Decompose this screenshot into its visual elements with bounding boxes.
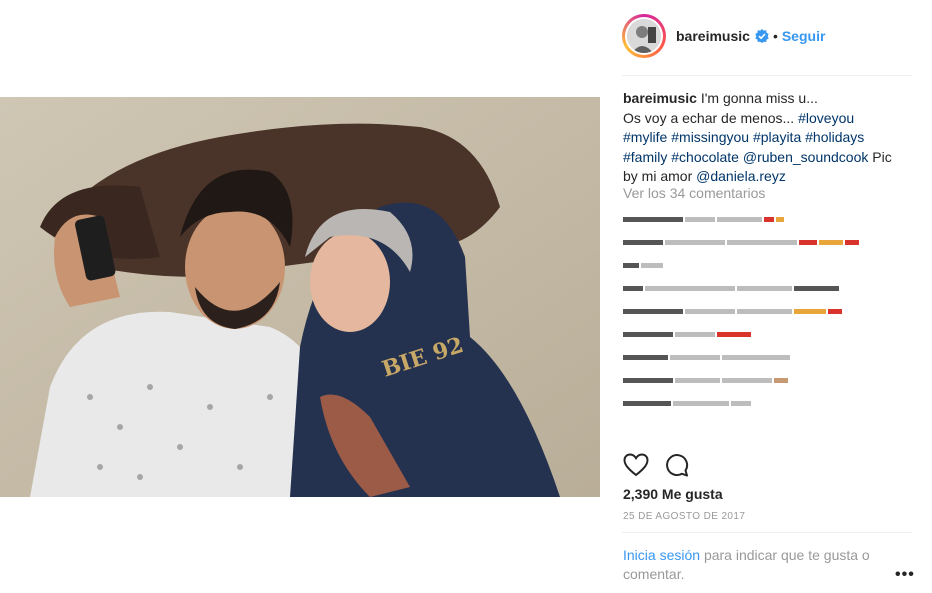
view-all-comments-link[interactable]: Ver los 34 comentarios xyxy=(623,185,765,201)
more-options-icon[interactable]: ••• xyxy=(895,566,915,584)
comment-row xyxy=(623,208,913,231)
post-image: BIE 92 xyxy=(0,97,600,497)
profile-avatar[interactable] xyxy=(622,14,666,58)
hashtag-missingyou[interactable]: #missingyou xyxy=(671,129,749,145)
hashtag-chocolate[interactable]: #chocolate xyxy=(671,149,739,165)
header-separator: • xyxy=(772,28,778,44)
follow-button[interactable]: Seguir xyxy=(782,28,826,44)
comment-row xyxy=(623,392,913,415)
hashtag-loveyou[interactable]: #loveyou xyxy=(798,110,854,126)
caption-line-1: I'm gonna miss u... xyxy=(700,90,818,106)
comment-row xyxy=(623,231,913,254)
mention-ruben-soundcook[interactable]: @ruben_soundcook xyxy=(743,149,869,165)
comment-row xyxy=(623,346,913,369)
footer-divider xyxy=(622,532,912,533)
comment-row xyxy=(623,300,913,323)
comment-row xyxy=(623,369,913,392)
hashtag-mylife[interactable]: #mylife xyxy=(623,129,667,145)
header-divider xyxy=(622,75,912,76)
header-username[interactable]: bareimusic xyxy=(676,28,750,44)
post-side-panel: bareimusic • Seguir bareimusic I'm gonna… xyxy=(600,0,932,593)
post-actions xyxy=(623,453,689,482)
caption-pic: Pic xyxy=(872,148,892,165)
caption-line-2: Os voy a echar de menos... xyxy=(623,109,795,126)
login-link[interactable]: Inicia sesión xyxy=(623,547,700,563)
post-header: bareimusic • Seguir xyxy=(622,11,825,61)
comment-row xyxy=(623,277,913,300)
post-caption: bareimusic I'm gonna miss u... Os voy a … xyxy=(623,89,913,187)
heart-icon[interactable] xyxy=(623,453,649,482)
hashtag-family[interactable]: #family xyxy=(623,149,667,165)
likes-count[interactable]: 2,390 Me gusta xyxy=(623,486,723,502)
post-photo[interactable]: BIE 92 xyxy=(0,97,600,497)
mention-daniela-reyz[interactable]: @daniela.reyz xyxy=(696,168,786,184)
login-prompt: Inicia sesión para indicar que te gusta … xyxy=(623,546,893,584)
comment-bubble-icon[interactable] xyxy=(665,453,689,482)
hashtag-playita[interactable]: #playita xyxy=(753,129,801,145)
post-date: 25 DE AGOSTO DE 2017 xyxy=(623,511,746,522)
hashtag-holidays[interactable]: #holidays xyxy=(805,129,864,145)
verified-badge-icon xyxy=(755,29,769,43)
comment-row xyxy=(623,254,913,277)
avatar-photo xyxy=(627,19,661,53)
caption-by: by mi amor xyxy=(623,168,693,184)
comment-row xyxy=(623,323,913,346)
comments-list xyxy=(623,208,913,415)
caption-username[interactable]: bareimusic xyxy=(623,90,697,106)
